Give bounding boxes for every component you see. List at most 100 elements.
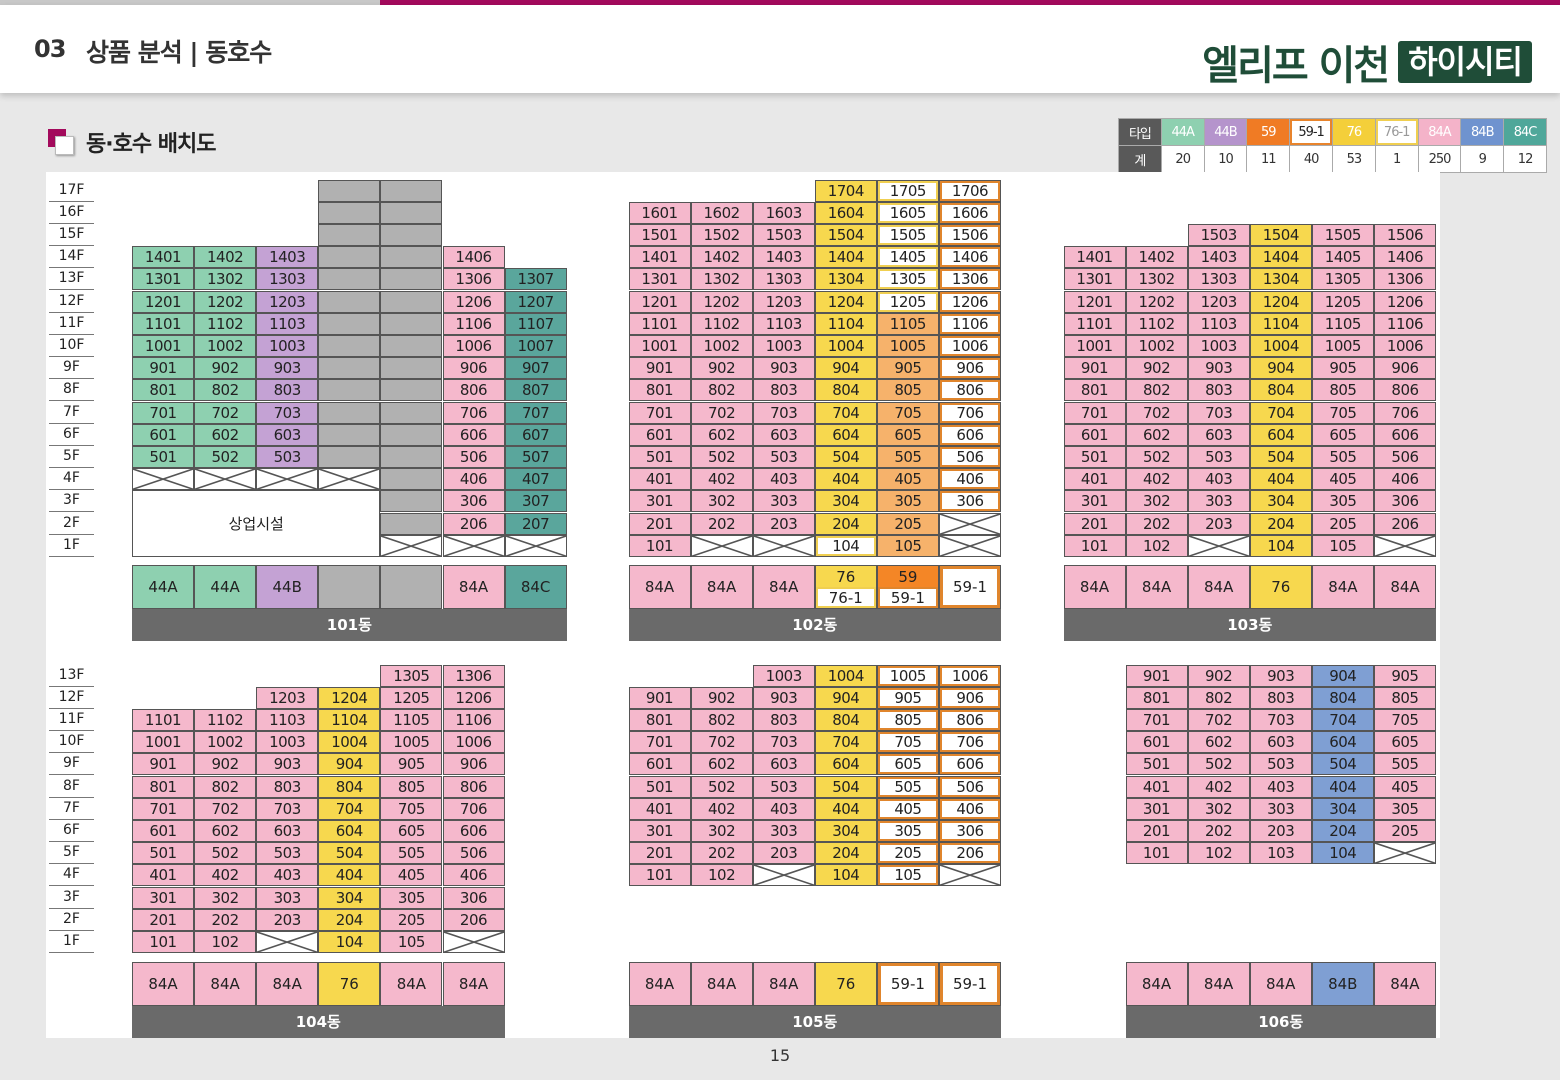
unit-cell: 1502 [690,223,753,247]
unit-cell: 1506 [939,223,1001,247]
unit-cell: 1306 [442,268,505,291]
unit-cell: 403 [752,468,815,491]
empty-unit-cross-icon [1187,534,1250,557]
unit-type-cell: 44B [256,565,319,609]
unit-cell: 1201 [132,290,194,313]
unit-cell: 405 [876,468,939,491]
unit-cell: 606 [442,423,505,446]
legend-type-44B: 44B [1203,118,1248,146]
unit-cell: 901 [132,753,194,776]
unit-cell: 404 [814,797,877,820]
unit-cell: 803 [752,708,815,732]
unit-cell: 505 [876,445,939,469]
unit-cell: 305 [380,886,443,909]
gray-block [318,223,381,247]
unit-cell: 104 [814,864,877,887]
unit-cell: 503 [256,445,319,469]
unit-cell: 1304 [814,268,877,291]
unit-cell: 306 [939,490,1001,513]
unit-cell: 1106 [939,312,1001,335]
unit-cell: 704 [1311,708,1374,732]
unit-cell: 401 [1125,775,1188,798]
unit-cell: 304 [814,819,877,843]
unit-cell: 1403 [1187,246,1250,269]
unit-cell: 1202 [194,290,257,313]
unit-cell: 1003 [256,731,319,754]
unit-cell: 1001 [132,731,194,754]
unit-type-split: 76-1 [815,587,876,608]
unit-type-cell: 84A [752,565,815,609]
unit-cell: 505 [380,842,443,865]
unit-cell: 904 [1311,664,1374,687]
unit-cell: 301 [132,886,194,909]
gray-block [318,423,381,446]
unit-type-cell: 84A [442,565,505,609]
unit-cell: 206 [1374,512,1436,535]
unit-cell: 203 [1187,512,1250,535]
gray-block [318,290,381,313]
unit-cell: 903 [752,357,815,380]
unit-cell: 802 [194,379,257,402]
unit-cell: 506 [1374,445,1436,469]
unit-cell: 705 [1311,401,1374,424]
unit-cell: 1606 [939,201,1001,224]
unit-cell: 206 [442,512,505,535]
unit-cell: 101 [132,930,194,954]
unit-cell: 1306 [939,268,1001,291]
unit-cell: 1601 [628,201,691,224]
unit-cell: 1003 [752,334,815,358]
unit-cell: 102 [690,864,753,887]
unit-cell: 503 [1187,445,1250,469]
unit-cell: 1002 [690,334,753,358]
unit-cell: 606 [442,819,505,843]
unit-cell: 1406 [1374,246,1436,269]
unit-type-cell: 44A [194,565,257,609]
unit-cell: 1204 [814,290,877,313]
unit-cell: 602 [194,819,257,843]
floor-label: 14F [49,246,94,269]
empty-unit-cross-icon [256,930,319,954]
unit-cell: 1603 [752,201,815,224]
floor-label: 12F [49,291,94,313]
unit-cell: 401 [132,864,194,887]
floor-label: 1F [49,535,94,557]
unit-cell: 1006 [442,334,505,358]
unit-cell: 904 [814,357,877,380]
gray-block [380,379,443,402]
gray-block [380,223,443,247]
unit-cell: 1405 [876,246,939,269]
unit-cell: 601 [628,753,691,776]
unit-cell: 206 [442,908,505,931]
unit-cell: 706 [1374,401,1436,424]
unit-cell: 1006 [939,334,1001,358]
unit-cell: 807 [504,379,567,402]
unit-cell: 702 [1187,708,1250,732]
unit-cell: 504 [1249,445,1312,469]
commercial-facility: 상업시설 [132,490,381,557]
unit-cell: 902 [690,357,753,380]
legend-count-row: 계 20 10 11 40 53 1 250 9 12 [1118,145,1547,173]
unit-cell: 404 [814,468,877,491]
unit-cell: 802 [1125,379,1188,402]
unit-cell: 1505 [876,223,939,247]
unit-cell: 805 [876,708,939,732]
unit-cell: 1004 [1249,334,1312,358]
unit-cell: 1201 [628,290,691,313]
unit-cell: 901 [628,686,691,709]
unit-type-cell: 84A [1373,962,1436,1006]
unit-cell: 806 [442,379,505,402]
floor-label: 3F [49,887,94,909]
unit-cell: 505 [1311,445,1374,469]
unit-cell: 307 [504,490,567,513]
unit-cell: 703 [256,797,319,820]
unit-type-cell: 84A [1187,565,1250,609]
unit-cell: 302 [690,819,753,843]
empty-unit-cross-icon [318,468,381,491]
unit-cell: 803 [1249,686,1312,709]
unit-cell: 1503 [752,223,815,247]
unit-cell: 102 [1125,534,1188,557]
unit-cell: 205 [876,842,939,865]
unit-cell: 406 [939,468,1001,491]
unit-cell: 702 [194,401,257,424]
empty-unit-cross-icon [132,468,194,491]
